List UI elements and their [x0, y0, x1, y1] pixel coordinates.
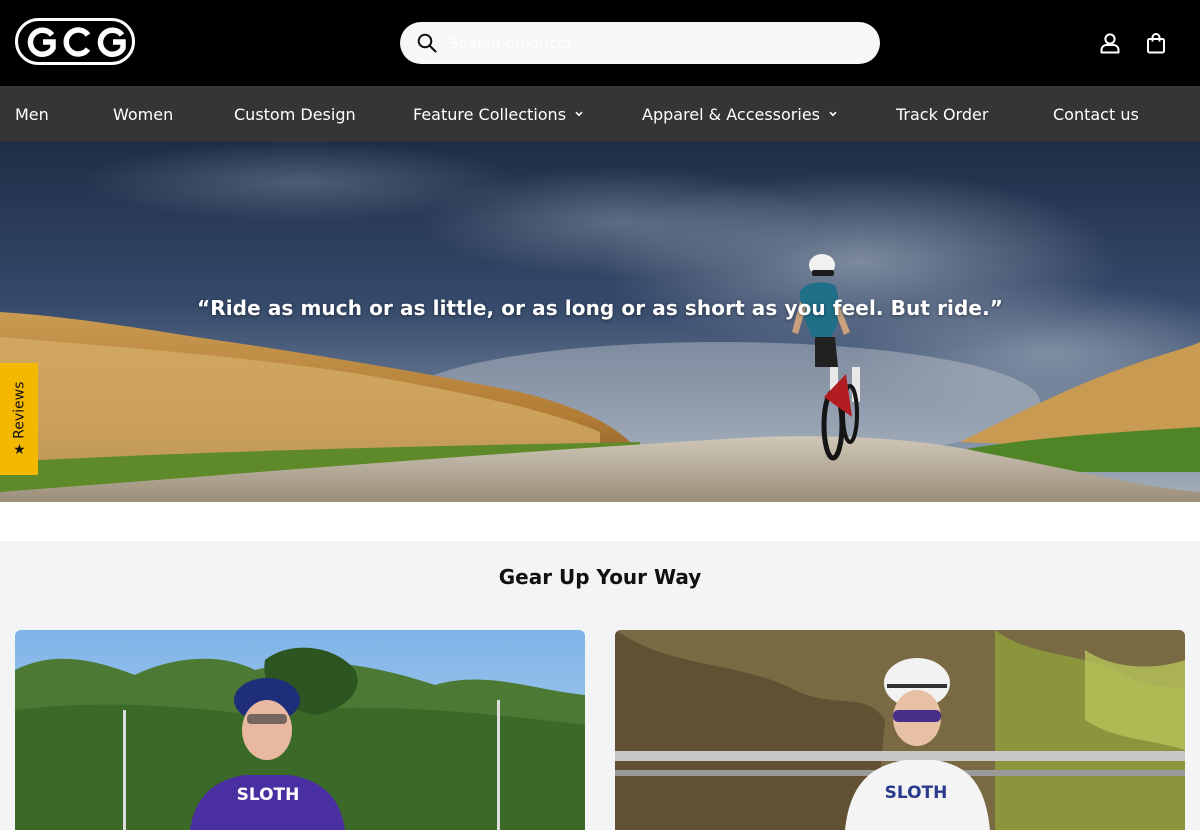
card-image: SLOTH [15, 630, 585, 830]
shopping-bag-icon[interactable] [1144, 31, 1168, 55]
search-icon[interactable] [417, 33, 437, 53]
nav-item-label: Track Order [896, 104, 989, 124]
site-header [0, 0, 1200, 86]
nav-item-label: Men [15, 104, 49, 124]
chevron-down-icon [829, 111, 837, 117]
hero-image [0, 142, 1200, 502]
star-icon: ★ [12, 442, 26, 459]
section-spacer [0, 502, 1200, 541]
nav-item-women[interactable]: Women [113, 86, 173, 142]
main-nav: Men Women Custom Design Feature Collecti… [0, 86, 1200, 142]
nav-item-track-order[interactable]: Track Order [896, 86, 988, 142]
gcg-logo[interactable] [15, 18, 135, 65]
section-title: Gear Up Your Way [498, 565, 702, 589]
jersey-text: SLOTH [885, 783, 948, 803]
nav-item-men[interactable]: Men [15, 86, 49, 142]
chevron-down-icon [575, 111, 583, 117]
nav-item-label: Custom Design [234, 104, 356, 124]
nav-item-label: Contact us [1053, 104, 1139, 124]
nav-item-custom-design[interactable]: Custom Design [234, 86, 356, 142]
nav-item-feature-collections[interactable]: Feature Collections [413, 86, 583, 142]
search-input[interactable] [447, 28, 847, 58]
nav-item-label: Apparel & Accessories [642, 104, 820, 124]
jersey-text: SLOTH [237, 785, 300, 805]
card-image: SLOTH [615, 630, 1185, 830]
nav-item-contact-us[interactable]: Contact us [1053, 86, 1139, 142]
reviews-label: Reviews [11, 381, 27, 439]
hero-banner: “Ride as much or as little, or as long o… [0, 142, 1200, 502]
collection-card-women[interactable]: SLOTH [615, 630, 1185, 830]
hero-quote: “Ride as much or as little, or as long o… [196, 296, 1004, 320]
reviews-tab[interactable]: ★ Reviews [0, 363, 38, 475]
search-bar[interactable] [400, 22, 880, 64]
nav-item-label: Women [113, 104, 174, 124]
gear-up-section: Gear Up Your Way SLOTH SLOTH [0, 541, 1200, 830]
user-icon[interactable] [1098, 31, 1122, 55]
nav-item-apparel-accessories[interactable]: Apparel & Accessories [642, 86, 837, 142]
logo-lettering [27, 26, 126, 57]
nav-item-label: Feature Collections [413, 104, 567, 124]
collection-card-men[interactable]: SLOTH [15, 630, 585, 830]
